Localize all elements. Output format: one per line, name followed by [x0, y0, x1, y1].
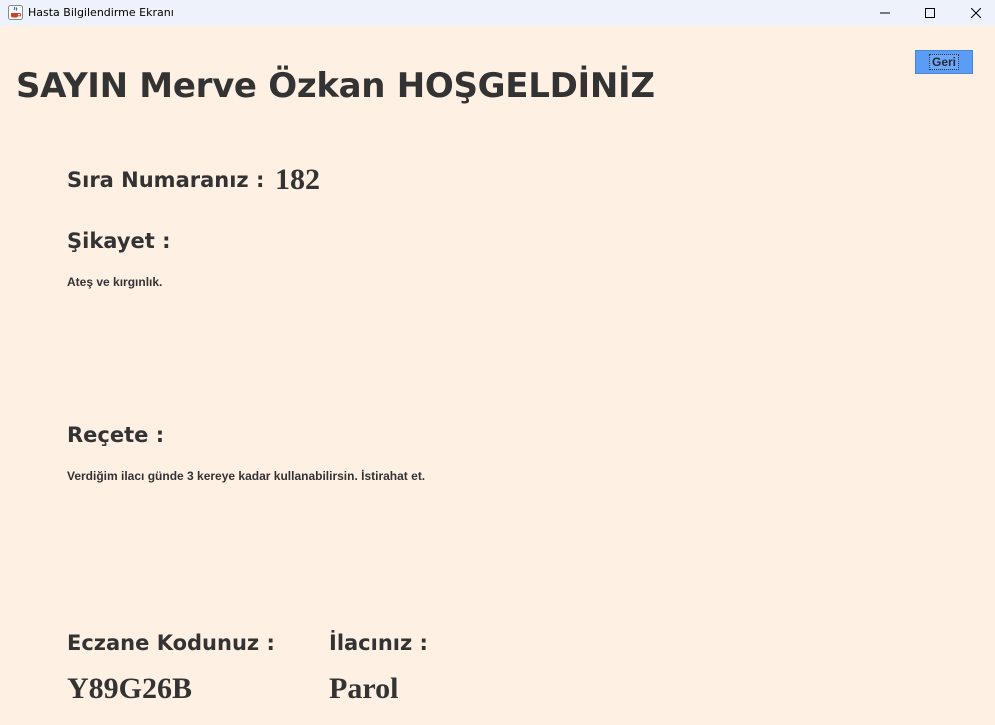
- pharmacy-code-value: Y89G26B: [67, 672, 193, 705]
- window-titlebar: Hasta Bilgilendirme Ekranı: [0, 0, 995, 26]
- prescription-label: Reçete :: [67, 423, 165, 447]
- maximize-button[interactable]: [907, 0, 953, 26]
- java-cup-icon: [8, 5, 23, 20]
- back-button-label: Geri: [928, 54, 959, 70]
- minimize-icon: [880, 8, 890, 18]
- complaint-text: Ateş ve kırgınlık.: [67, 275, 163, 289]
- queue-number-label: Sıra Numaranız :: [67, 168, 265, 192]
- minimize-button[interactable]: [862, 0, 908, 26]
- pharmacy-code-label: Eczane Kodunuz :: [67, 631, 275, 655]
- complaint-label: Şikayet :: [67, 229, 171, 253]
- close-button[interactable]: [953, 0, 995, 26]
- prescription-text: Verdiğim ilacı günde 3 kereye kadar kull…: [67, 469, 426, 483]
- back-button[interactable]: Geri: [915, 50, 973, 74]
- medicine-label: İlacınız :: [329, 631, 428, 655]
- maximize-icon: [925, 8, 935, 18]
- window-title: Hasta Bilgilendirme Ekranı: [28, 6, 174, 19]
- content-panel: [0, 26, 995, 725]
- medicine-value: Parol: [329, 672, 399, 705]
- page-title: SAYIN Merve Özkan HOŞGELDİNİZ: [16, 66, 655, 106]
- close-icon: [971, 8, 981, 18]
- queue-number-value: 182: [275, 163, 320, 196]
